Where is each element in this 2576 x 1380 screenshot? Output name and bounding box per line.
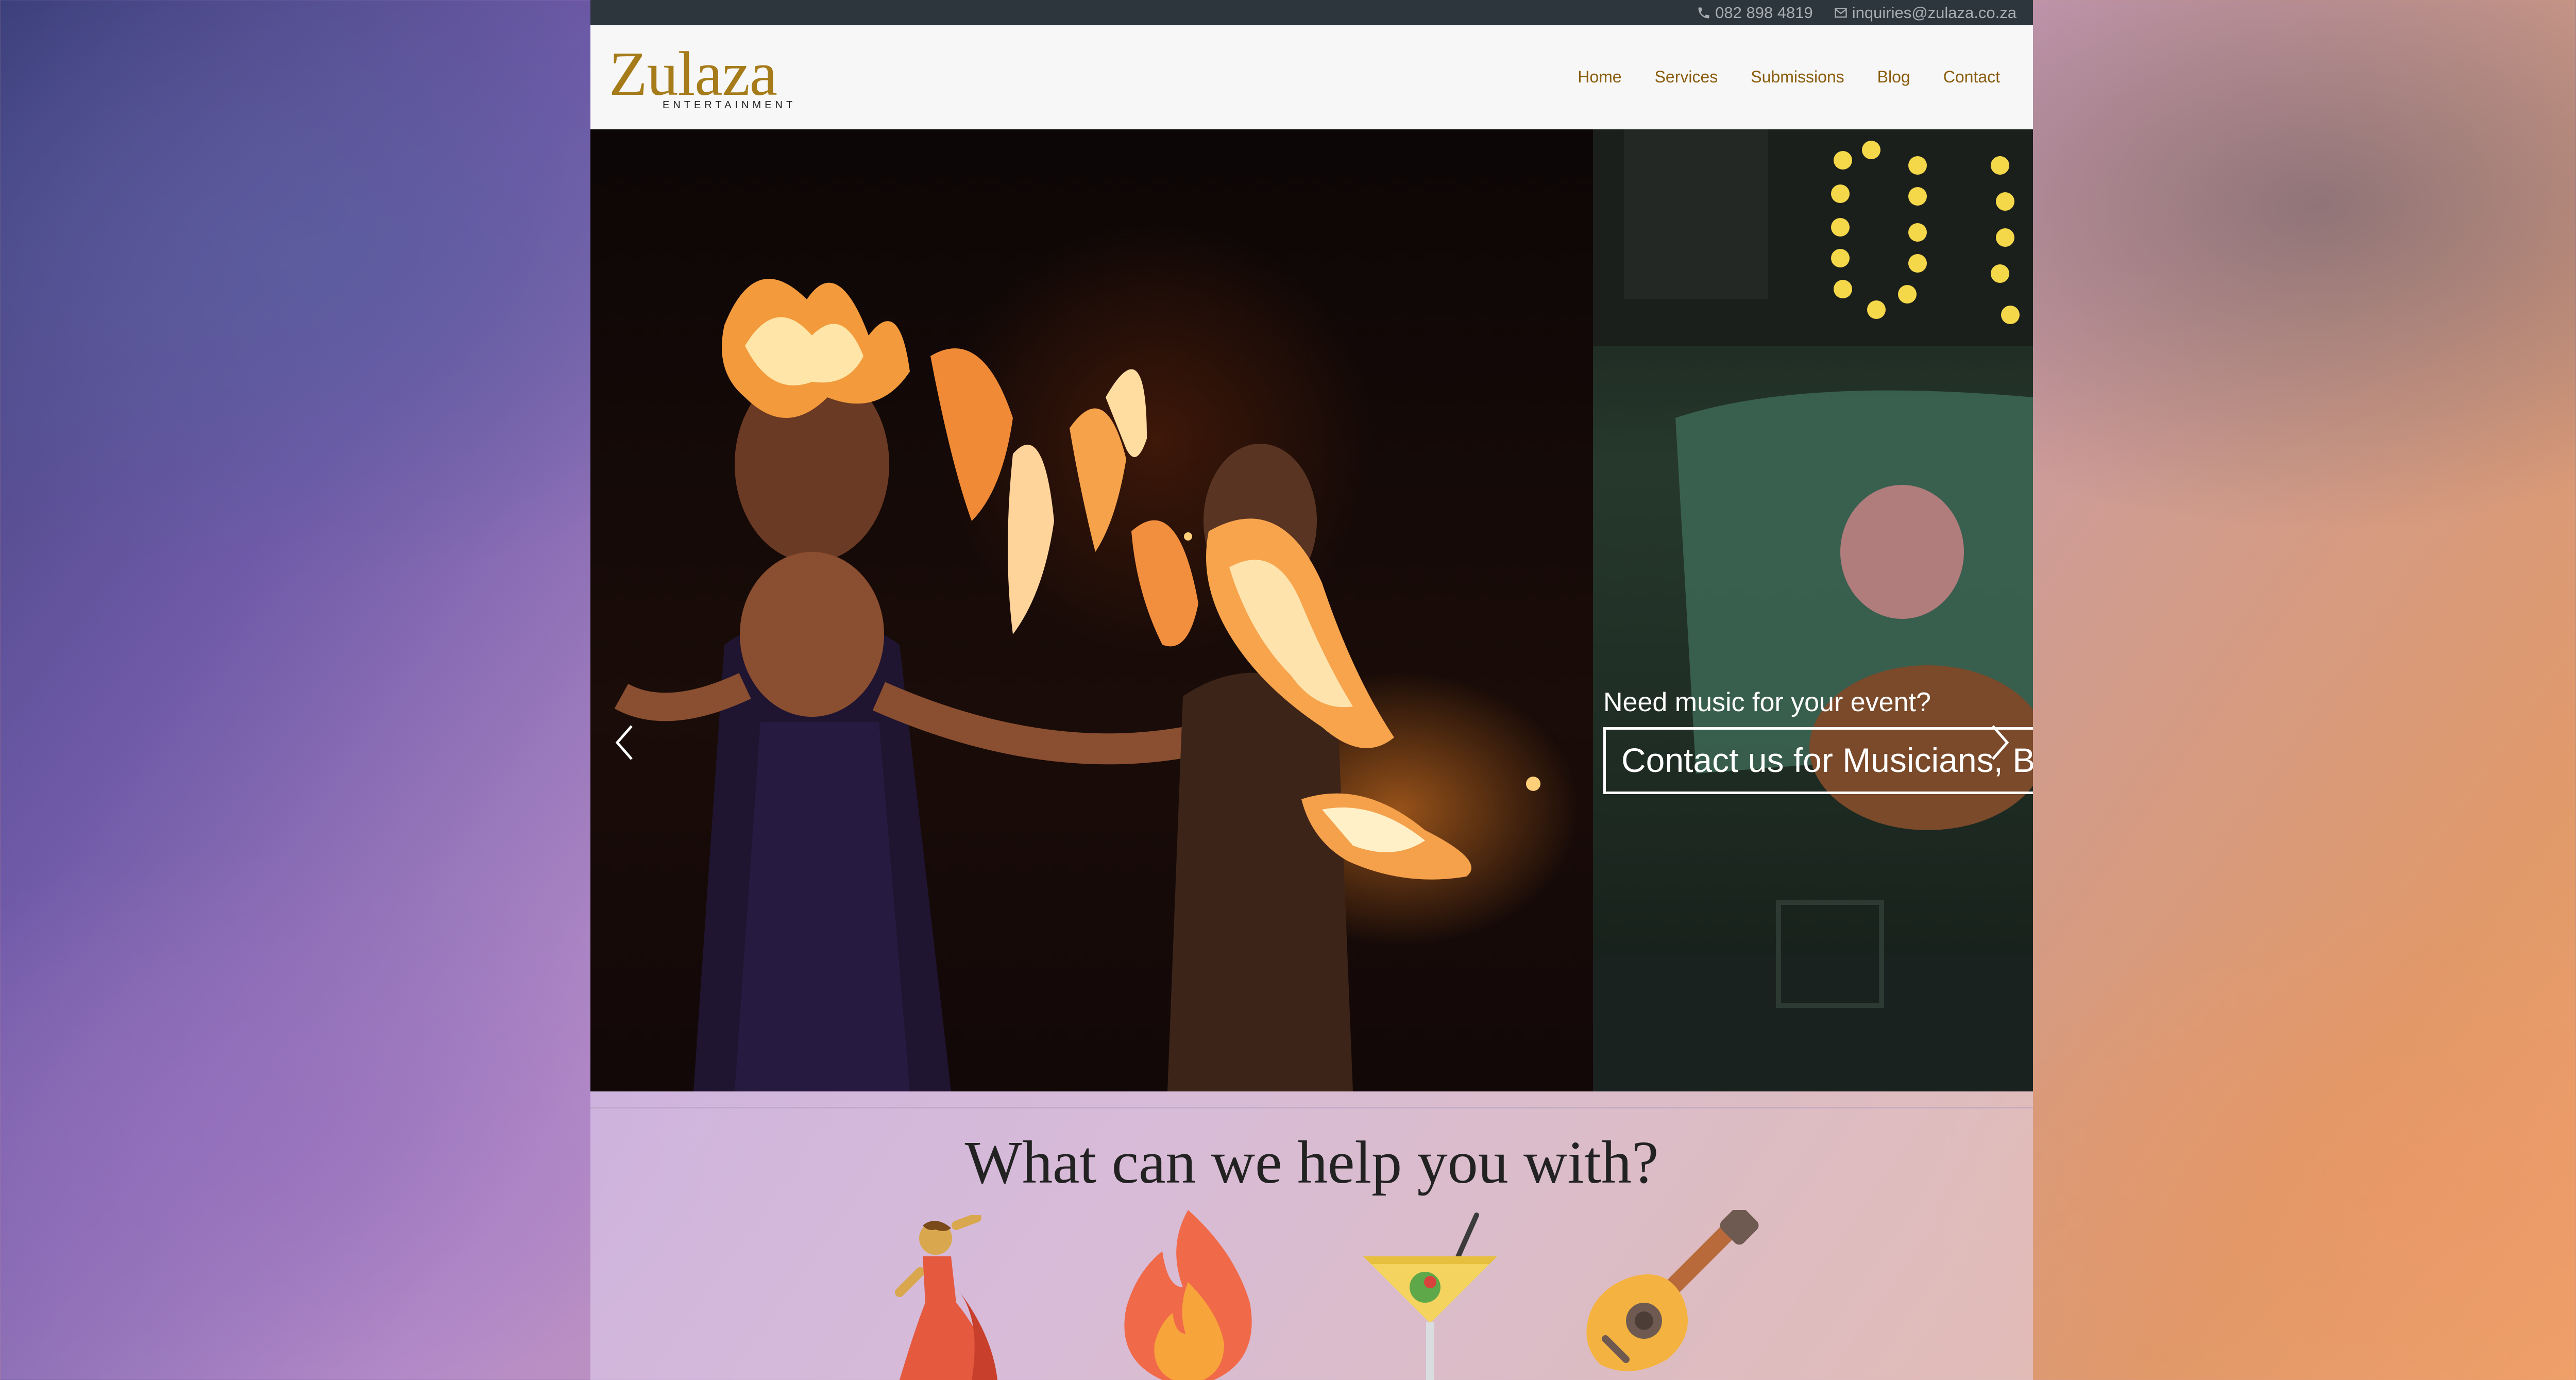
nav-home[interactable]: Home — [1578, 68, 1621, 87]
dancer-icon[interactable] — [879, 1215, 1013, 1380]
guitar-icon[interactable] — [1580, 1210, 1760, 1380]
top-contact-bar: 082 898 4819 inquiries@zulaza.co.za — [590, 0, 2033, 25]
services-heading: What can we help you with? — [964, 1129, 1659, 1196]
main-nav: Home Services Submissions Blog Contact — [1578, 68, 2000, 87]
section-divider — [590, 1107, 2033, 1108]
fire-dancers-illustration — [614, 279, 1540, 1091]
chevron-left-icon[interactable] — [611, 722, 637, 763]
nav-blog[interactable]: Blog — [1877, 68, 1910, 87]
logo[interactable]: Zulaza ENTERTAINMENT — [609, 39, 796, 113]
email-address: inquiries@zulaza.co.za — [1852, 3, 2016, 22]
logo-wordmark: Zulaza — [609, 39, 777, 109]
site-container: 082 898 4819 inquiries@zulaza.co.za Zula… — [590, 0, 2033, 1380]
musician-illustration — [1593, 129, 2033, 1091]
nav-services[interactable]: Services — [1655, 68, 1718, 87]
slide-fire-dancers-image — [590, 129, 1593, 1091]
site-header: Zulaza ENTERTAINMENT Home Services Submi… — [590, 25, 2033, 130]
email-icon — [1835, 8, 1847, 18]
cocktail-icon[interactable] — [1353, 1205, 1507, 1380]
phone-icon — [1698, 7, 1709, 18]
services-section: What can we help you with? — [590, 1091, 2033, 1380]
phone-contact[interactable]: 082 898 4819 — [1697, 4, 1813, 22]
hero-carousel: Need music for your event? Contact us fo… — [590, 129, 2033, 1091]
nav-contact[interactable]: Contact — [1943, 68, 2000, 87]
phone-number: 082 898 4819 — [1715, 3, 1813, 22]
contact-musicians-button[interactable]: Contact us for Musicians, Bands & DJs — [1603, 727, 2033, 794]
fire-icon[interactable] — [1111, 1205, 1265, 1380]
slide-musician-image — [1593, 129, 2033, 1091]
slide-caption: Need music for your event? — [1603, 687, 1931, 717]
nav-submissions[interactable]: Submissions — [1751, 68, 1844, 87]
chevron-right-icon[interactable] — [1988, 722, 2013, 763]
email-contact[interactable]: inquiries@zulaza.co.za — [1834, 4, 2016, 22]
logo-tagline: ENTERTAINMENT — [663, 99, 796, 111]
